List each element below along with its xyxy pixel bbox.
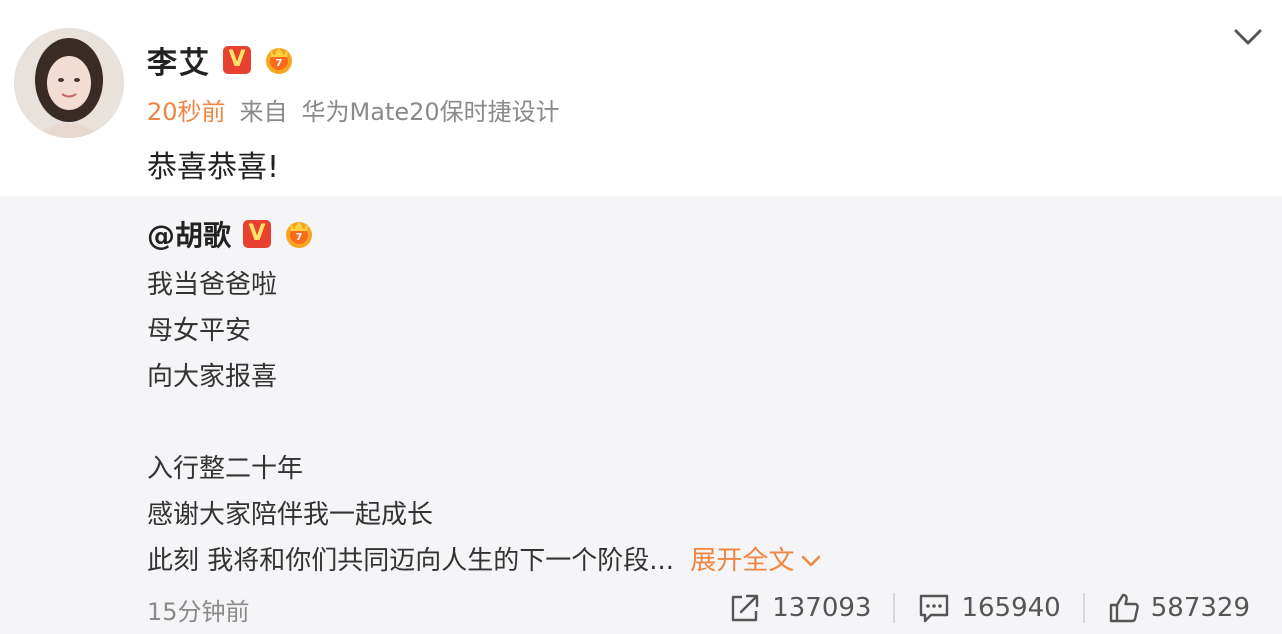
post-source-prefix: 来自 xyxy=(239,98,288,126)
comment-button[interactable]: 165940 xyxy=(895,592,1082,624)
chevron-down-icon xyxy=(802,555,821,567)
chevron-down-icon[interactable] xyxy=(1232,26,1264,48)
like-count: 587329 xyxy=(1150,593,1250,623)
share-count: 137093 xyxy=(772,593,872,623)
repost-text: 我当爸爸啦 母女平安 向大家报喜 入行整二十年 感谢大家陪伴我一起成长 此刻 我… xyxy=(147,262,822,584)
thumbs-up-icon xyxy=(1109,593,1139,623)
svg-text:7: 7 xyxy=(296,232,303,243)
like-button[interactable]: 587329 xyxy=(1085,592,1272,624)
member-crown-icon: 7 xyxy=(261,42,297,78)
svg-text:7: 7 xyxy=(276,58,283,69)
action-bar: 137093 165940 587329 xyxy=(706,586,1272,630)
post-author-name[interactable]: 李艾 xyxy=(147,38,211,82)
avatar[interactable] xyxy=(14,28,124,138)
verified-v-badge-icon: V xyxy=(223,46,251,74)
repost-line-last: 此刻 我将和你们共同迈向人生的下一个阶段... 展开全文 xyxy=(147,538,822,584)
repost-line: 母女平安 xyxy=(147,316,252,346)
expand-label: 展开全文 xyxy=(690,546,795,576)
member-crown-icon: 7 xyxy=(281,216,317,252)
post-source: 华为Mate20保时捷设计 xyxy=(301,98,560,126)
comment-count: 165940 xyxy=(961,593,1061,623)
post-author-row: 李艾 V 7 xyxy=(147,38,297,82)
repost-footer: 15分钟前 137093 165940 587329 xyxy=(0,586,1282,630)
repost-box[interactable]: @胡歌 V 7 我当爸爸啦 母女平安 向大家报喜 入行整二十年 感谢大家陪伴我一… xyxy=(0,196,1282,634)
repost-line: 入行整二十年 xyxy=(147,454,304,484)
repost-line-blank xyxy=(147,400,822,446)
verified-v-badge-icon: V xyxy=(243,220,272,248)
weibo-post: 李艾 V 7 20秒前 来自 华为Mate20保时捷设计 恭喜恭喜! @胡歌 V xyxy=(0,0,1282,634)
post-meta: 20秒前 来自 华为Mate20保时捷设计 xyxy=(147,92,560,127)
repost-line: 感谢大家陪伴我一起成长 xyxy=(147,500,434,530)
repost-author-row: @胡歌 V 7 xyxy=(147,214,317,254)
share-button[interactable]: 137093 xyxy=(706,592,893,624)
post-text: 恭喜恭喜! xyxy=(147,150,280,185)
repost-line: 我当爸爸啦 xyxy=(147,270,278,300)
post-time[interactable]: 20秒前 xyxy=(147,92,226,127)
expand-full-text-link[interactable]: 展开全文 xyxy=(690,538,822,584)
repost-time[interactable]: 15分钟前 xyxy=(147,592,250,627)
repost-line: 此刻 我将和你们共同迈向人生的下一个阶段... xyxy=(147,546,675,576)
comment-icon xyxy=(920,594,949,623)
share-icon xyxy=(732,594,759,622)
repost-author-name[interactable]: @胡歌 xyxy=(147,214,231,254)
repost-line: 向大家报喜 xyxy=(147,362,278,392)
